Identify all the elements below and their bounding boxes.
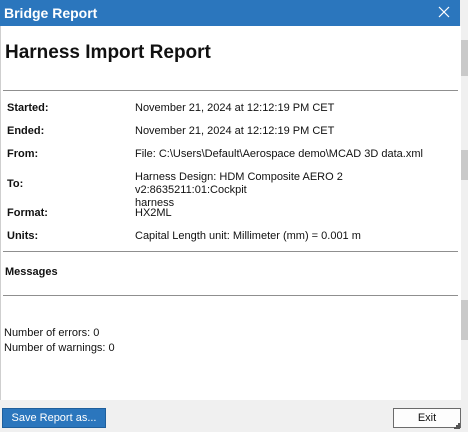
window-title: Bridge Report (4, 5, 98, 21)
ended-value: November 21, 2024 at 12:12:19 PM CET (135, 125, 335, 137)
divider (3, 251, 458, 252)
started-value: November 21, 2024 at 12:12:19 PM CET (135, 102, 335, 114)
to-value-line1: Harness Design: HDM Composite AERO 2 v2:… (135, 171, 343, 196)
format-value: HX2ML (135, 207, 172, 219)
units-value: Capital Length unit: Millimeter (mm) = 0… (135, 230, 361, 242)
dialog-footer: Save Report as... Exit (0, 400, 461, 432)
to-row: To: Harness Design: HDM Composite AERO 2… (1, 171, 461, 209)
from-value: File: C:\Users\Default\Aerospace demo\MC… (135, 148, 423, 160)
ended-label: Ended: (7, 125, 45, 137)
divider (3, 90, 458, 91)
close-icon[interactable] (434, 2, 454, 22)
error-count: Number of errors: 0 (4, 327, 100, 339)
warning-count: Number of warnings: 0 (4, 342, 115, 354)
divider (3, 295, 458, 296)
to-label: To: (7, 178, 24, 190)
started-label: Started: (7, 102, 49, 114)
resize-grip-icon[interactable] (454, 423, 460, 429)
exit-button[interactable]: Exit (393, 408, 461, 428)
format-label: Format: (7, 207, 48, 219)
report-title: Harness Import Report (5, 42, 211, 63)
title-bar[interactable]: Bridge Report (0, 0, 460, 26)
units-label: Units: (7, 230, 39, 242)
save-report-button[interactable]: Save Report as... (2, 408, 106, 428)
messages-heading: Messages (5, 266, 58, 278)
window-edge (460, 0, 468, 432)
to-value: Harness Design: HDM Composite AERO 2 v2:… (135, 171, 455, 210)
from-label: From: (7, 148, 39, 160)
report-panel: Harness Import Report Started: November … (0, 26, 461, 400)
